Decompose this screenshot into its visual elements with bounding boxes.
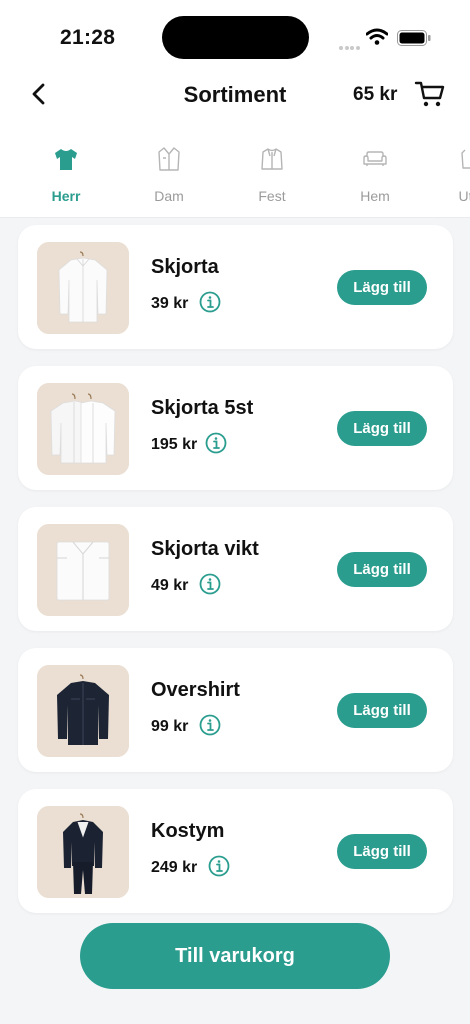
tab-fest[interactable]: Fest (227, 140, 317, 204)
tab-label: Dam (154, 188, 184, 204)
tab-label: Herr (51, 188, 81, 204)
jacket-icon (261, 148, 283, 170)
product-image (37, 383, 129, 475)
dynamic-island (162, 16, 309, 59)
tab-dam[interactable]: Dam (124, 140, 214, 204)
status-bar: 21:28 (0, 0, 470, 70)
tab-utc[interactable]: Utc (424, 140, 470, 204)
tab-herr[interactable]: Herr (21, 140, 111, 204)
product-price: 195 kr (151, 436, 198, 453)
tab-label: Hem (360, 188, 390, 204)
product-card: Skjorta 39 kr Lägg till (18, 225, 453, 349)
add-to-cart-button[interactable]: Lägg till (337, 552, 427, 587)
product-image (37, 242, 129, 334)
status-time: 21:28 (60, 26, 116, 49)
signal-icon (339, 37, 361, 50)
page-title: Sortiment (183, 82, 287, 107)
product-price: 39 kr (151, 295, 189, 312)
tshirt-icon (55, 149, 77, 170)
add-to-cart-button[interactable]: Lägg till (337, 270, 427, 305)
product-name: Overshirt (151, 679, 240, 701)
product-price: 249 kr (151, 859, 198, 876)
product-name: Skjorta 5st (151, 397, 254, 419)
go-to-cart-button[interactable]: Till varukorg (80, 923, 390, 989)
category-tabs: Herr Dam Fest Hem Utc (0, 140, 470, 210)
add-to-cart-button[interactable]: Lägg till (337, 411, 427, 446)
folded-shirt-image (37, 524, 129, 616)
tab-label: Fest (258, 188, 286, 204)
product-card: Kostym 249 kr Lägg till (18, 789, 453, 913)
info-icon[interactable] (205, 432, 227, 454)
white-shirt-image (37, 242, 129, 334)
cart-icon[interactable] (414, 79, 446, 109)
product-image (37, 665, 129, 757)
app-header: Sortiment 65 kr (0, 70, 470, 120)
outdoor-icon (461, 149, 470, 169)
product-name: Skjorta (151, 256, 219, 278)
product-card: Skjorta vikt 49 kr Lägg till (18, 507, 453, 631)
cart-total[interactable]: 65 kr (353, 84, 397, 106)
product-price: 49 kr (151, 577, 189, 594)
product-name: Kostym (151, 820, 225, 842)
wifi-icon (366, 28, 388, 45)
info-icon[interactable] (208, 855, 230, 877)
tab-hem[interactable]: Hem (330, 140, 420, 204)
product-name: Skjorta vikt (151, 538, 259, 560)
add-to-cart-button[interactable]: Lägg till (337, 834, 427, 869)
product-image (37, 806, 129, 898)
info-icon[interactable] (199, 573, 221, 595)
info-icon[interactable] (199, 714, 221, 736)
top-bar: 21:28 Sortiment 65 kr Herr Dam Fest Hem … (0, 0, 470, 218)
add-to-cart-button[interactable]: Lägg till (337, 693, 427, 728)
two-shirts-image (37, 383, 129, 475)
tab-label: Utc (458, 188, 470, 204)
product-image (37, 524, 129, 616)
sofa-icon (363, 151, 387, 166)
product-card: Skjorta 5st 195 kr Lägg till (18, 366, 453, 490)
blouse-icon (158, 147, 180, 171)
overshirt-image (37, 665, 129, 757)
battery-icon (397, 30, 431, 46)
suit-image (37, 806, 129, 898)
product-card: Overshirt 99 kr Lägg till (18, 648, 453, 772)
product-price: 99 kr (151, 718, 189, 735)
info-icon[interactable] (199, 291, 221, 313)
